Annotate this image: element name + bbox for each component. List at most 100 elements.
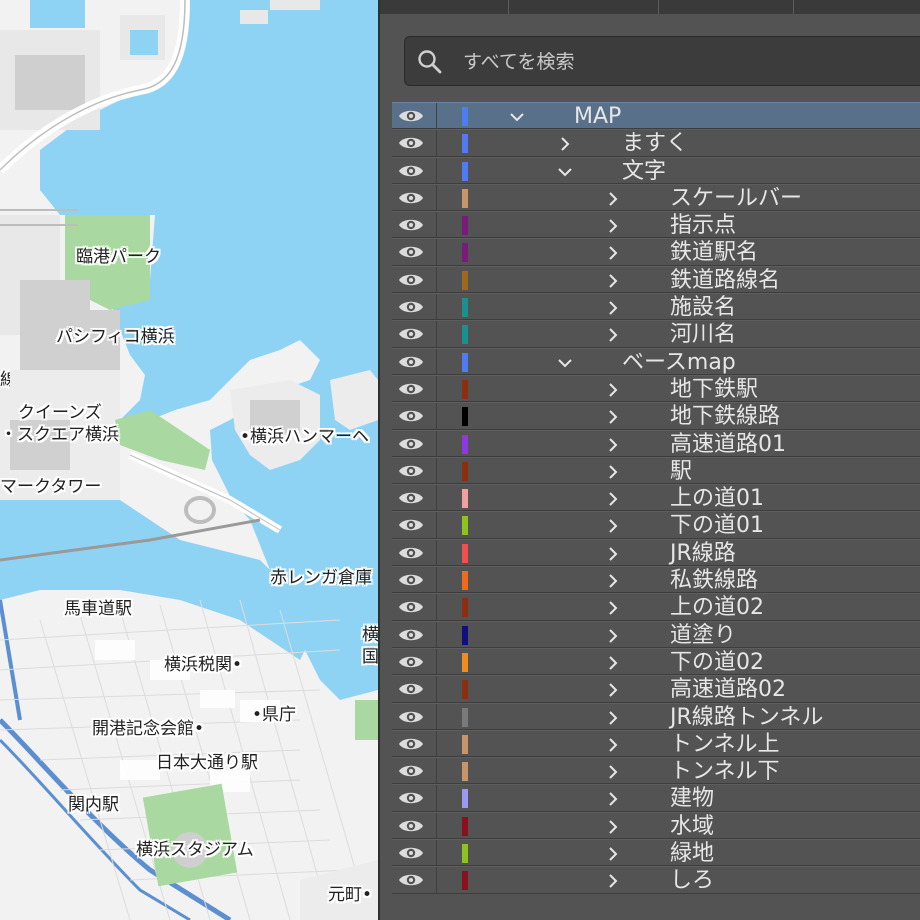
layer-row[interactable]: 鉄道路線名 [392, 265, 920, 294]
visibility-eye-icon[interactable] [398, 654, 424, 670]
lock-column-divider[interactable] [436, 840, 437, 866]
visibility-eye-icon[interactable] [398, 217, 424, 233]
layer-row[interactable]: JR線路トンネル [392, 702, 920, 730]
visibility-eye-icon[interactable] [398, 326, 424, 342]
chevron-right-icon[interactable] [606, 819, 620, 834]
chevron-right-icon[interactable] [606, 873, 620, 889]
chevron-right-icon[interactable] [606, 600, 620, 616]
lock-column-divider[interactable] [436, 157, 437, 183]
lock-column-divider[interactable] [436, 239, 437, 265]
visibility-eye-icon[interactable] [398, 763, 424, 779]
chevron-right-icon[interactable] [606, 191, 620, 206]
layer-row[interactable]: 駅 [392, 456, 920, 485]
visibility-eye-icon[interactable] [398, 408, 424, 424]
lock-column-divider[interactable] [436, 184, 437, 211]
layer-row[interactable]: 上の道02 [392, 593, 920, 621]
lock-column-divider[interactable] [436, 457, 437, 484]
lock-column-divider[interactable] [436, 512, 437, 538]
lock-column-divider[interactable] [436, 375, 437, 402]
chevron-right-icon[interactable] [606, 245, 620, 261]
lock-column-divider[interactable] [436, 485, 437, 511]
layer-row[interactable]: ますく [392, 129, 920, 157]
chevron-right-icon[interactable] [606, 628, 620, 643]
layer-row[interactable]: JR線路 [392, 538, 920, 567]
chevron-right-icon[interactable] [606, 737, 620, 752]
layer-row[interactable]: 河川名 [392, 320, 920, 348]
chevron-right-icon[interactable] [606, 791, 620, 807]
lock-column-divider[interactable] [436, 648, 437, 675]
layer-row[interactable]: スケールバー [392, 183, 920, 212]
layer-row[interactable]: ベースmap [392, 347, 920, 375]
layer-row[interactable]: 下の道01 [392, 511, 920, 539]
chevron-down-icon[interactable] [510, 109, 524, 123]
layer-row[interactable]: 上の道01 [392, 484, 920, 512]
visibility-eye-icon[interactable] [398, 354, 424, 370]
visibility-eye-icon[interactable] [398, 599, 424, 615]
lock-column-divider[interactable] [436, 430, 437, 456]
panel-tab-2[interactable] [658, 0, 793, 14]
chevron-right-icon[interactable] [606, 491, 620, 506]
lock-column-divider[interactable] [436, 321, 437, 347]
visibility-eye-icon[interactable] [398, 872, 424, 888]
chevron-right-icon[interactable] [606, 409, 620, 424]
chevron-down-icon[interactable] [558, 164, 572, 178]
lock-column-divider[interactable] [436, 539, 437, 566]
layer-row[interactable]: 下の道02 [392, 647, 920, 676]
layer-row[interactable]: 水域 [392, 811, 920, 840]
chevron-right-icon[interactable] [606, 273, 620, 288]
chevron-right-icon[interactable] [606, 682, 620, 697]
chevron-right-icon[interactable] [606, 218, 620, 233]
lock-column-divider[interactable] [436, 403, 437, 429]
search-box[interactable] [404, 36, 920, 86]
visibility-eye-icon[interactable] [398, 299, 424, 315]
layer-row[interactable]: 建物 [392, 784, 920, 812]
layer-row[interactable]: 文字 [392, 156, 920, 184]
layer-row[interactable]: 地下鉄駅 [392, 374, 920, 403]
visibility-eye-icon[interactable] [398, 709, 424, 725]
lock-column-divider[interactable] [436, 785, 437, 811]
lock-column-divider[interactable] [436, 348, 437, 374]
lock-column-divider[interactable] [436, 867, 437, 893]
panel-tab-3[interactable] [793, 0, 920, 14]
layer-row[interactable]: 施設名 [392, 293, 920, 321]
lock-column-divider[interactable] [436, 758, 437, 784]
lock-column-divider[interactable] [436, 103, 437, 129]
chevron-right-icon[interactable] [606, 546, 620, 561]
visibility-eye-icon[interactable] [398, 436, 424, 452]
chevron-right-icon[interactable] [606, 655, 620, 670]
chevron-right-icon[interactable] [606, 300, 620, 315]
chevron-right-icon[interactable] [606, 710, 620, 725]
layer-row[interactable]: MAP [392, 102, 920, 130]
chevron-right-icon[interactable] [606, 437, 620, 452]
layer-row[interactable]: 地下鉄線路 [392, 402, 920, 430]
chevron-right-icon[interactable] [606, 327, 620, 343]
panel-tab-1[interactable] [508, 0, 658, 14]
visibility-eye-icon[interactable] [398, 545, 424, 561]
lock-column-divider[interactable] [436, 266, 437, 293]
visibility-eye-icon[interactable] [398, 681, 424, 697]
visibility-eye-icon[interactable] [398, 463, 424, 479]
chevron-right-icon[interactable] [606, 764, 620, 779]
layer-row[interactable]: 鉄道駅名 [392, 238, 920, 266]
chevron-right-icon[interactable] [558, 136, 572, 152]
visibility-eye-icon[interactable] [398, 818, 424, 834]
chevron-right-icon[interactable] [606, 464, 620, 479]
visibility-eye-icon[interactable] [398, 845, 424, 861]
visibility-eye-icon[interactable] [398, 190, 424, 206]
visibility-eye-icon[interactable] [398, 572, 424, 588]
map-canvas[interactable] [0, 0, 378, 920]
visibility-eye-icon[interactable] [398, 736, 424, 752]
visibility-eye-icon[interactable] [398, 381, 424, 397]
layer-row[interactable]: しろ [392, 866, 920, 894]
lock-column-divider[interactable] [436, 567, 437, 593]
visibility-eye-icon[interactable] [398, 490, 424, 506]
lock-column-divider[interactable] [436, 812, 437, 839]
visibility-eye-icon[interactable] [398, 790, 424, 806]
lock-column-divider[interactable] [436, 703, 437, 729]
lock-column-divider[interactable] [436, 621, 437, 647]
layer-row[interactable]: 緑地 [392, 839, 920, 867]
layer-row[interactable]: 指示点 [392, 211, 920, 239]
layer-row[interactable]: 私鉄線路 [392, 566, 920, 594]
lock-column-divider[interactable] [436, 676, 437, 702]
lock-column-divider[interactable] [436, 294, 437, 320]
